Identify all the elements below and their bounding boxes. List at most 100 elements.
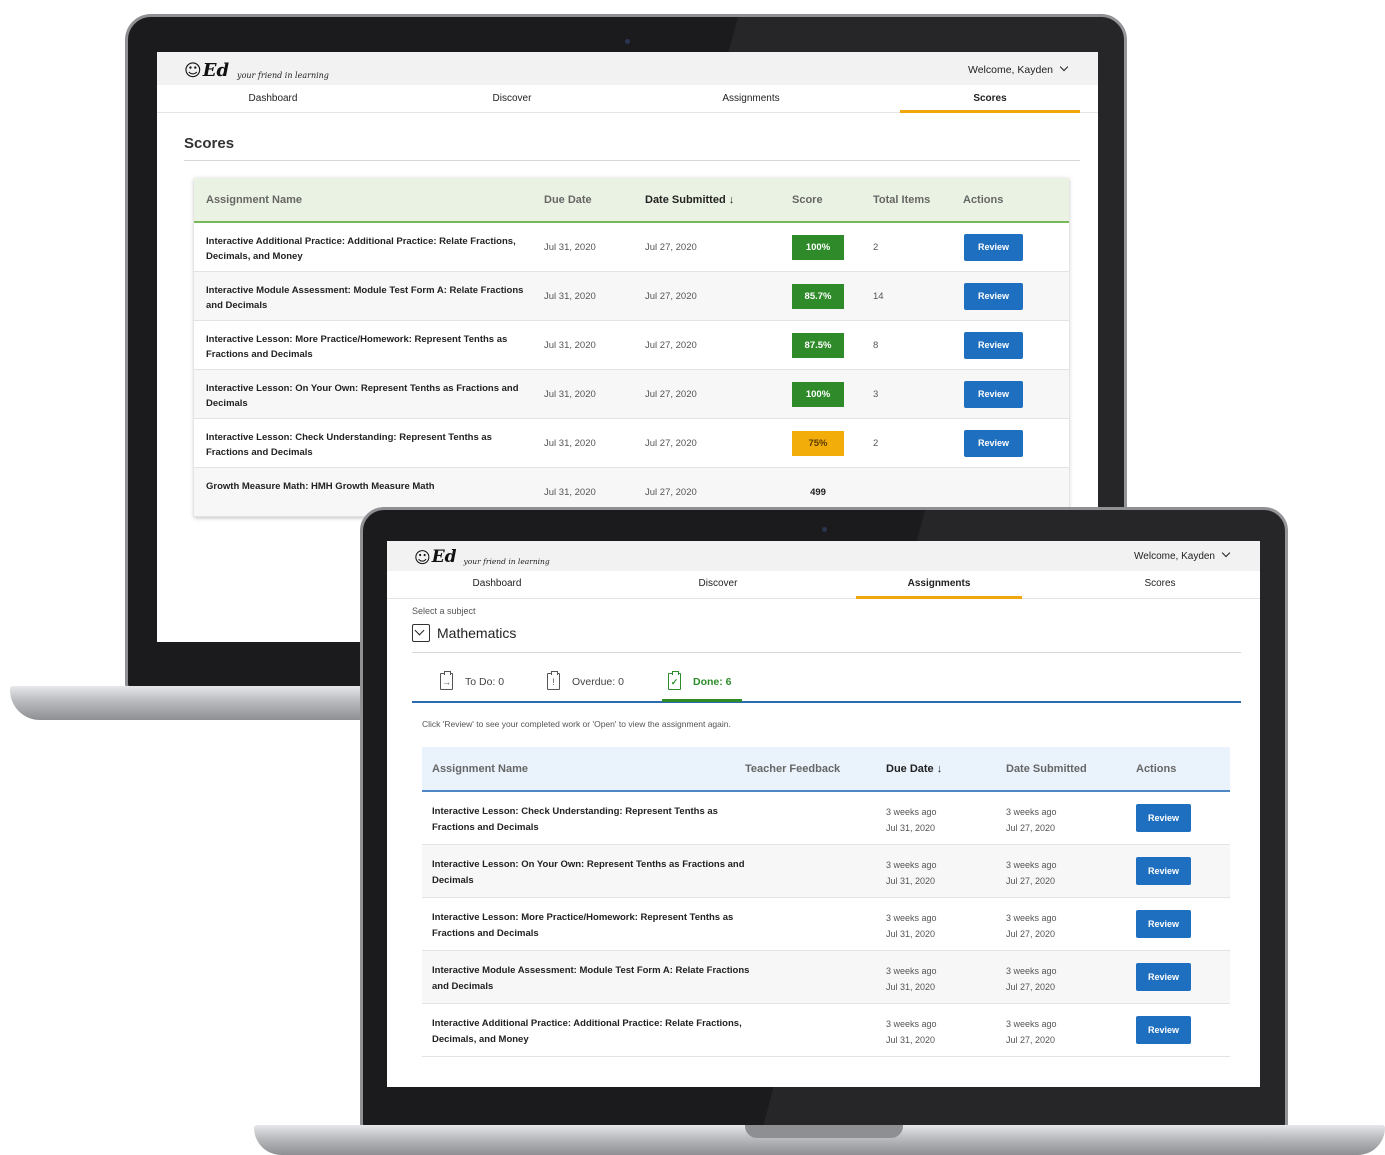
due-date-relative: 3 weeks ago bbox=[886, 860, 937, 870]
scores-table: Assignment Name Due Date Date Submitted … bbox=[194, 178, 1069, 517]
dropdown-toggle[interactable] bbox=[412, 624, 430, 642]
column-header-date-submitted[interactable]: Date Submitted ↓ bbox=[645, 194, 734, 206]
welcome-text: Welcome, Kayden bbox=[967, 64, 1053, 76]
review-button[interactable]: Review bbox=[1136, 963, 1191, 991]
review-button[interactable]: Review bbox=[964, 283, 1023, 310]
nav-assignments[interactable]: Assignments bbox=[651, 93, 851, 104]
due-date: 3 weeks ago Jul 31, 2020 bbox=[886, 963, 937, 995]
welcome-menu[interactable]: Welcome, Kayden bbox=[967, 62, 1069, 76]
subject-select[interactable]: Mathematics bbox=[412, 624, 516, 642]
column-header-due-date[interactable]: Due Date bbox=[544, 194, 592, 206]
review-button[interactable]: Review bbox=[1136, 910, 1191, 938]
date-submitted: Jul 27, 2020 bbox=[645, 389, 697, 400]
score-badge: 85.7% bbox=[792, 284, 844, 309]
column-header-actions: Actions bbox=[963, 194, 1004, 206]
due-date: Jul 31, 2020 bbox=[544, 389, 596, 400]
column-header-score[interactable]: Score bbox=[792, 194, 823, 206]
nav-scores[interactable]: Scores bbox=[1070, 578, 1250, 589]
column-header-actions: Actions bbox=[1136, 763, 1177, 775]
clipboard-arrow-icon: → bbox=[440, 671, 453, 690]
assignment-name: Interactive Additional Practice: Additio… bbox=[432, 1018, 742, 1045]
submitted-relative: 3 weeks ago bbox=[1006, 860, 1057, 870]
due-date-absolute: Jul 31, 2020 bbox=[886, 982, 936, 992]
clipboard-alert-icon: ! bbox=[547, 671, 560, 690]
tab-label: Overdue: 0 bbox=[572, 675, 624, 688]
welcome-menu[interactable]: Welcome, Kayden bbox=[1134, 548, 1231, 562]
table-row: Interactive Lesson: More Practice/Homewo… bbox=[422, 898, 1230, 951]
due-date-absolute: Jul 31, 2020 bbox=[886, 876, 936, 886]
due-date-relative: 3 weeks ago bbox=[886, 1019, 937, 1029]
assignment-name: Interactive Lesson: More Practice/Homewo… bbox=[206, 334, 508, 360]
due-date-relative: 3 weeks ago bbox=[886, 966, 937, 976]
back-laptop-base bbox=[10, 686, 370, 720]
assignment-name: Interactive Lesson: On Your Own: Represe… bbox=[206, 383, 519, 409]
date-submitted: Jul 27, 2020 bbox=[645, 487, 697, 498]
review-button[interactable]: Review bbox=[964, 332, 1023, 359]
review-button[interactable]: Review bbox=[1136, 857, 1191, 885]
nav-discover[interactable]: Discover bbox=[628, 578, 808, 589]
table-row: Interactive Lesson: Check Understanding:… bbox=[194, 419, 1069, 468]
due-date: Jul 31, 2020 bbox=[544, 487, 596, 498]
chevron-down-icon bbox=[414, 625, 425, 636]
total-items: 2 bbox=[873, 438, 879, 449]
assignment-name: Interactive Lesson: Check Understanding:… bbox=[206, 432, 492, 458]
date-submitted: 3 weeks ago Jul 27, 2020 bbox=[1006, 963, 1057, 995]
logo-mark: Ed bbox=[202, 60, 230, 81]
date-submitted: 3 weeks ago Jul 27, 2020 bbox=[1006, 910, 1057, 942]
score-badge: 100% bbox=[792, 382, 844, 407]
score-badge: 499 bbox=[810, 487, 826, 498]
review-button[interactable]: Review bbox=[1136, 804, 1191, 832]
submitted-absolute: Jul 27, 2020 bbox=[1006, 823, 1056, 833]
column-header-name[interactable]: Assignment Name bbox=[432, 763, 528, 775]
nav-scores[interactable]: Scores bbox=[890, 93, 1090, 104]
nav-dashboard[interactable]: Dashboard bbox=[173, 93, 373, 104]
review-button[interactable]: Review bbox=[964, 430, 1023, 457]
due-date: Jul 31, 2020 bbox=[544, 340, 596, 351]
total-items: 14 bbox=[873, 291, 884, 302]
score-badge: 87.5% bbox=[792, 333, 844, 358]
tab-to-do[interactable]: → To Do: 0 bbox=[440, 671, 504, 690]
assignment-name: Interactive Lesson: Check Understanding:… bbox=[432, 806, 718, 833]
active-tab-indicator bbox=[662, 699, 742, 702]
due-date: 3 weeks ago Jul 31, 2020 bbox=[886, 910, 937, 942]
tab-done[interactable]: ✓ Done: 6 bbox=[668, 671, 732, 690]
review-button[interactable]: Review bbox=[1136, 1016, 1191, 1044]
nav-discover[interactable]: Discover bbox=[412, 93, 612, 104]
submitted-relative: 3 weeks ago bbox=[1006, 807, 1057, 817]
ed-logo[interactable]: ☺ Ed your friend in learning bbox=[414, 547, 550, 567]
smiley-icon: ☺ bbox=[184, 61, 202, 81]
assignment-name: Interactive Additional Practice: Additio… bbox=[206, 236, 516, 262]
date-submitted: 3 weeks ago Jul 27, 2020 bbox=[1006, 857, 1057, 889]
chevron-down-icon bbox=[1059, 62, 1069, 72]
nav-assignments[interactable]: Assignments bbox=[849, 578, 1029, 589]
review-button[interactable]: Review bbox=[964, 381, 1023, 408]
table-row: Interactive Lesson: More Practice/Homewo… bbox=[194, 321, 1069, 370]
column-header-total-items[interactable]: Total Items bbox=[873, 194, 930, 206]
column-header-teacher-feedback[interactable]: Teacher Feedback bbox=[745, 763, 840, 775]
top-bar: ☺ Ed your friend in learning Welcome, Ka… bbox=[387, 541, 1260, 571]
table-header: Assignment Name Teacher Feedback Due Dat… bbox=[422, 747, 1230, 792]
review-button[interactable]: Review bbox=[964, 234, 1023, 261]
column-header-date-submitted[interactable]: Date Submitted bbox=[1006, 763, 1087, 775]
logo-tagline: your friend in learning bbox=[463, 557, 550, 566]
assignment-name: Interactive Module Assessment: Module Te… bbox=[432, 965, 750, 992]
ed-logo[interactable]: ☺ Ed your friend in learning bbox=[184, 60, 329, 81]
active-nav-indicator bbox=[900, 110, 1080, 113]
submitted-relative: 3 weeks ago bbox=[1006, 913, 1057, 923]
nav-dashboard[interactable]: Dashboard bbox=[407, 578, 587, 589]
top-bar: ☺ Ed your friend in learning Welcome, Ka… bbox=[157, 52, 1098, 85]
tab-overdue[interactable]: ! Overdue: 0 bbox=[547, 671, 624, 690]
date-submitted: 3 weeks ago Jul 27, 2020 bbox=[1006, 804, 1057, 836]
welcome-text: Welcome, Kayden bbox=[1134, 551, 1215, 562]
total-items: 2 bbox=[873, 242, 879, 253]
submitted-absolute: Jul 27, 2020 bbox=[1006, 982, 1056, 992]
table-row: Interactive Lesson: On Your Own: Represe… bbox=[422, 845, 1230, 898]
submitted-absolute: Jul 27, 2020 bbox=[1006, 876, 1056, 886]
camera bbox=[625, 39, 630, 44]
date-submitted: 3 weeks ago Jul 27, 2020 bbox=[1006, 1016, 1057, 1048]
subject-select-label: Select a subject bbox=[412, 606, 476, 616]
column-header-name[interactable]: Assignment Name bbox=[206, 194, 302, 206]
table-row: Interactive Module Assessment: Module Te… bbox=[422, 951, 1230, 1004]
assignments-table: Assignment Name Teacher Feedback Due Dat… bbox=[422, 747, 1230, 1057]
column-header-due-date[interactable]: Due Date ↓ bbox=[886, 763, 942, 775]
